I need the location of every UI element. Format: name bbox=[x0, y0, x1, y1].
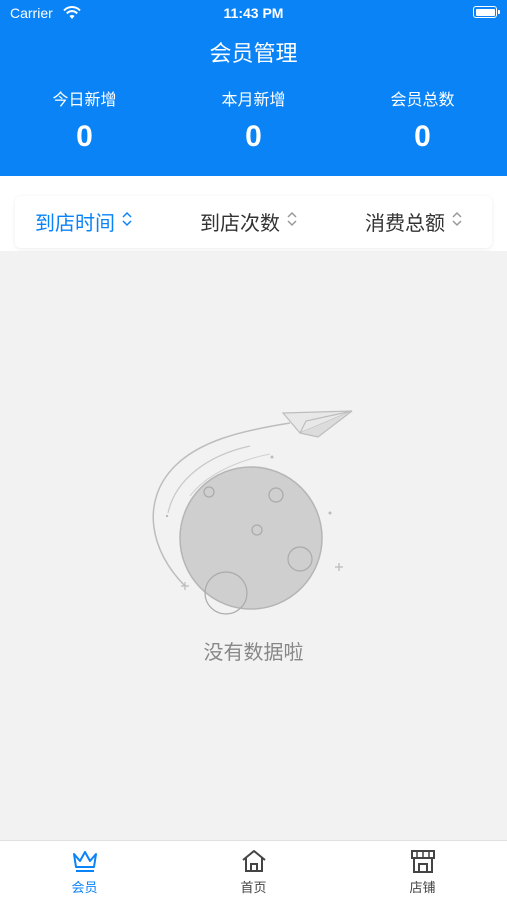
sort-bar: 到店时间 到店次数 消费总额 bbox=[15, 196, 492, 248]
tab-member[interactable]: 会员 bbox=[0, 845, 169, 896]
tab-home[interactable]: 首页 bbox=[169, 845, 338, 896]
stat-value: 0 bbox=[414, 120, 431, 153]
sort-visit-time[interactable]: 到店时间 bbox=[35, 206, 133, 236]
stat-today-new: 今日新增 0 bbox=[0, 86, 169, 154]
empty-state: 没有数据啦 bbox=[0, 251, 507, 840]
empty-planet-illustration bbox=[152, 410, 353, 615]
stat-label: 本月新增 bbox=[221, 90, 286, 109]
tab-bar: 会员 首页 店铺 bbox=[0, 840, 507, 901]
store-icon bbox=[338, 845, 507, 877]
tab-label: 会员 bbox=[71, 881, 98, 896]
sort-label: 到店时间 bbox=[35, 210, 115, 235]
stat-label: 今日新增 bbox=[52, 90, 117, 109]
sort-visit-count[interactable]: 到店次数 bbox=[200, 206, 298, 236]
home-icon bbox=[169, 845, 338, 877]
battery-icon bbox=[473, 6, 500, 18]
stat-member-total: 会员总数 0 bbox=[338, 86, 507, 154]
sort-arrows-icon bbox=[286, 209, 298, 233]
header: Carrier 11:43 PM 会员管理 今日新增 0 本月新增 0 会员总数… bbox=[0, 0, 507, 176]
sort-arrows-icon bbox=[121, 209, 133, 233]
crown-icon bbox=[0, 845, 169, 877]
empty-message: 没有数据啦 bbox=[203, 640, 304, 664]
tab-store[interactable]: 店铺 bbox=[338, 845, 507, 896]
stat-value: 0 bbox=[245, 120, 262, 153]
clock: 11:43 PM bbox=[223, 5, 284, 21]
sort-label: 消费总额 bbox=[365, 210, 445, 235]
stat-value: 0 bbox=[76, 120, 93, 153]
sort-label: 到店次数 bbox=[200, 210, 280, 235]
status-bar: Carrier 11:43 PM bbox=[0, 0, 507, 28]
stat-month-new: 本月新增 0 bbox=[169, 86, 338, 154]
sort-total-spend[interactable]: 消费总额 bbox=[365, 206, 463, 236]
page-title: 会员管理 bbox=[209, 42, 298, 67]
tab-label: 店铺 bbox=[409, 881, 436, 896]
sort-arrows-icon bbox=[451, 209, 463, 233]
tab-label: 首页 bbox=[240, 881, 267, 896]
stat-label: 会员总数 bbox=[390, 90, 455, 109]
